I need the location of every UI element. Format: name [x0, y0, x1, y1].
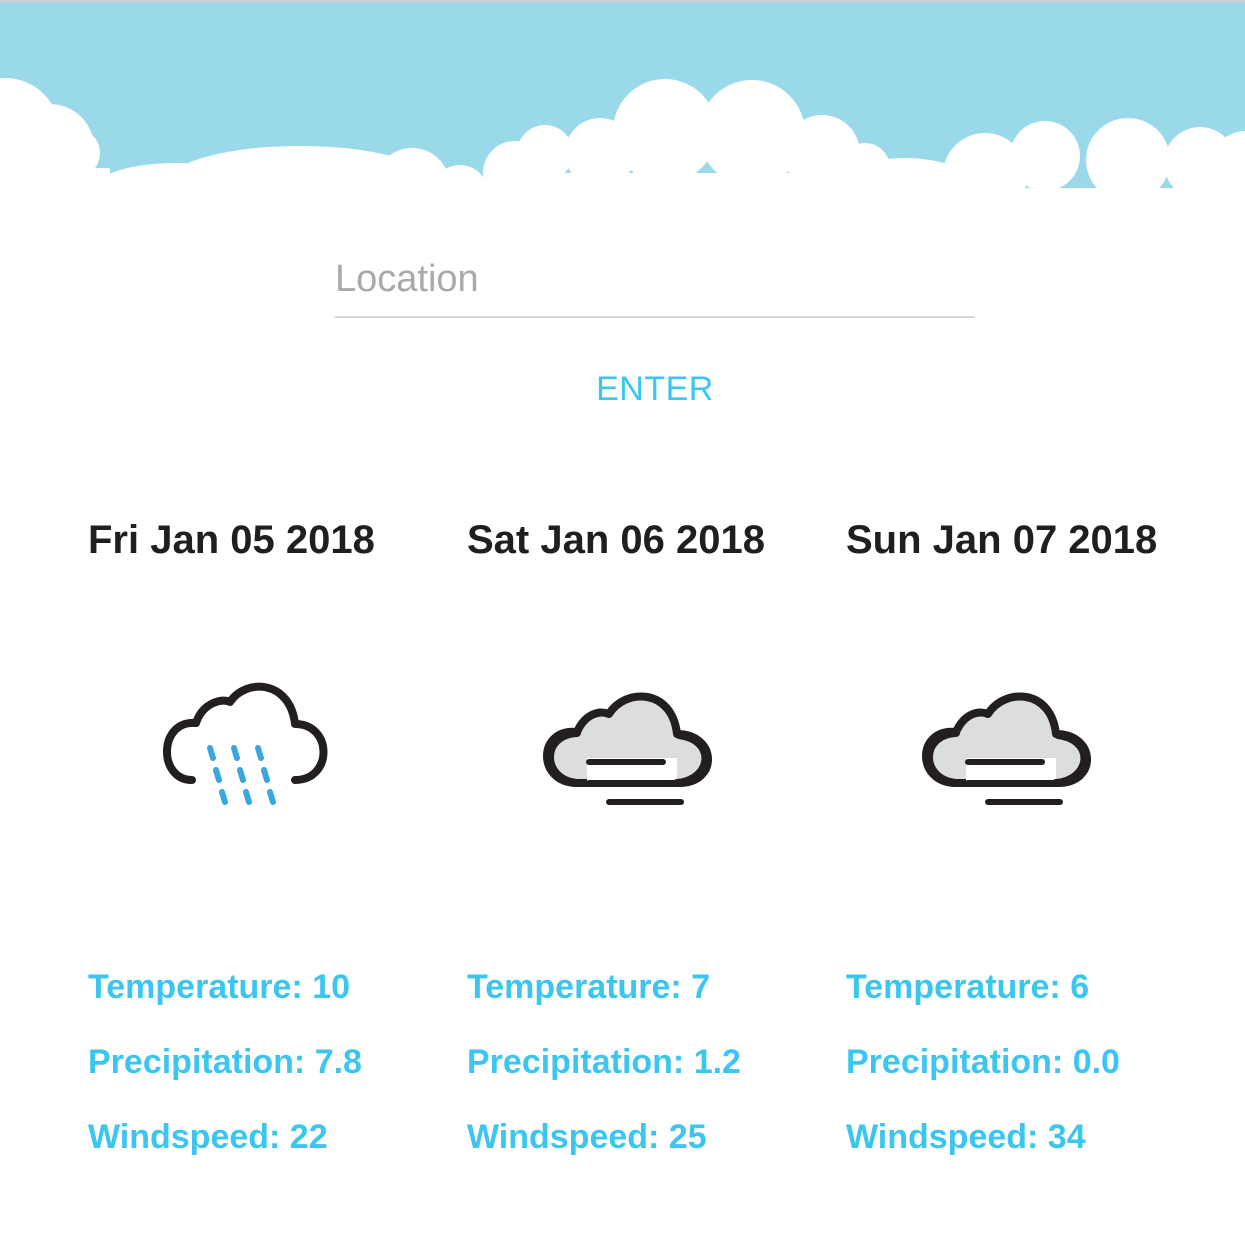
location-input[interactable]: [335, 250, 975, 318]
sky-cloud-header: [0, 3, 1245, 203]
location-search-form: [335, 250, 975, 318]
precipitation-value: Precipitation: 7.8: [88, 1043, 362, 1081]
precipitation-value: Precipitation: 0.0: [846, 1043, 1120, 1081]
forecast-day-2: Sat Jan 06 2018 Temperature: 7 Precipita…: [467, 510, 827, 1156]
day-stats: Temperature: 7 Precipitation: 1.2 Windsp…: [467, 965, 741, 1190]
fog-cloud-icon: [922, 692, 1091, 805]
windspeed-value: Windspeed: 34: [846, 1118, 1086, 1156]
day-date: Fri Jan 05 2018: [88, 518, 375, 562]
weather-app: ENTER Fri Jan 05 2018 Temperature: 10 Pr…: [0, 0, 1245, 1245]
day-date: Sat Jan 06 2018: [467, 518, 765, 562]
temperature-value: Temperature: 10: [88, 968, 351, 1006]
forecast-day-1: Fri Jan 05 2018 Temperature: 10 Precipit…: [88, 510, 448, 1156]
temperature-value: Temperature: 7: [467, 968, 711, 1006]
windspeed-value: Windspeed: 22: [88, 1118, 328, 1156]
enter-button[interactable]: ENTER: [555, 362, 755, 416]
day-stats: Temperature: 6 Precipitation: 0.0 Windsp…: [846, 965, 1120, 1190]
precipitation-value: Precipitation: 1.2: [467, 1043, 741, 1081]
windspeed-value: Windspeed: 25: [467, 1118, 707, 1156]
day-stats: Temperature: 10 Precipitation: 7.8 Winds…: [88, 965, 362, 1190]
temperature-value: Temperature: 6: [846, 968, 1090, 1006]
fog-cloud-icon: [543, 692, 712, 805]
day-date: Sun Jan 07 2018: [846, 518, 1158, 562]
rain-cloud-icon: [163, 682, 328, 805]
forecast-day-3: Sun Jan 07 2018 Temperature: 6 Precipita…: [846, 510, 1206, 1156]
